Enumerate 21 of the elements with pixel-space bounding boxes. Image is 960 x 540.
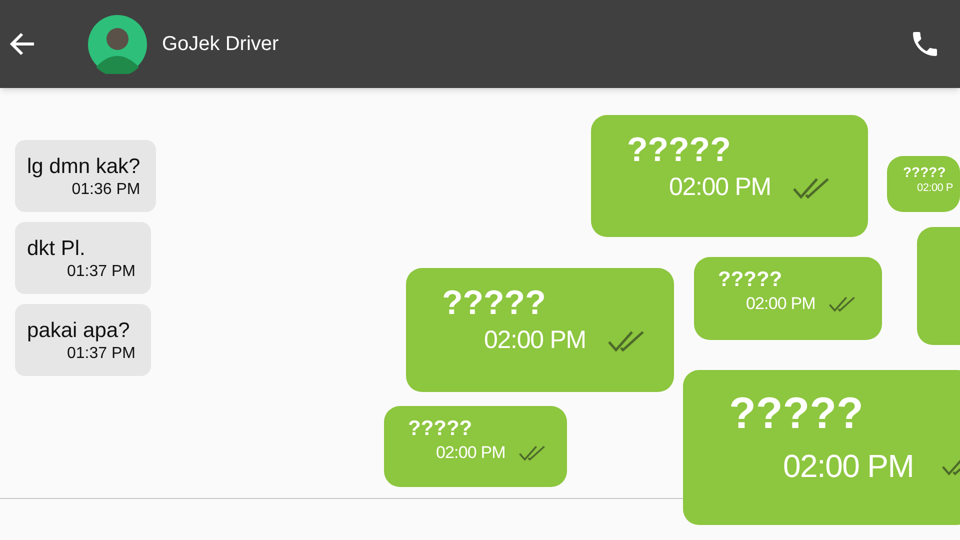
- message-text: lg dmn kak?: [27, 154, 140, 180]
- message-text: ?????: [902, 163, 947, 179]
- message-text: dkt Pl.: [27, 236, 86, 262]
- message-time: 02:00 PM: [484, 328, 586, 353]
- message-text: ?????: [626, 130, 732, 167]
- message-text: ?????: [441, 283, 547, 320]
- message-time: 02:00 P: [917, 183, 953, 194]
- message-time: 02:00 PM: [783, 450, 914, 482]
- message-time: 01:36 PM: [72, 180, 140, 200]
- message-time: 02:00 PM: [436, 444, 506, 461]
- contact-name: GoJek Driver: [162, 32, 279, 57]
- message-text: ?????: [407, 416, 474, 439]
- message-text: pakai apa?: [27, 318, 131, 344]
- message-time: 02:00 PM: [746, 295, 816, 312]
- avatar: [88, 14, 147, 74]
- message-text: ?????: [728, 388, 864, 436]
- message-text: ?????: [717, 267, 784, 290]
- message-time: 02:00 PM: [669, 175, 772, 200]
- message-time: 01:37 PM: [67, 262, 136, 282]
- message-time: 01:37 PM: [67, 344, 136, 364]
- back-arrow-icon[interactable]: [9, 32, 36, 56]
